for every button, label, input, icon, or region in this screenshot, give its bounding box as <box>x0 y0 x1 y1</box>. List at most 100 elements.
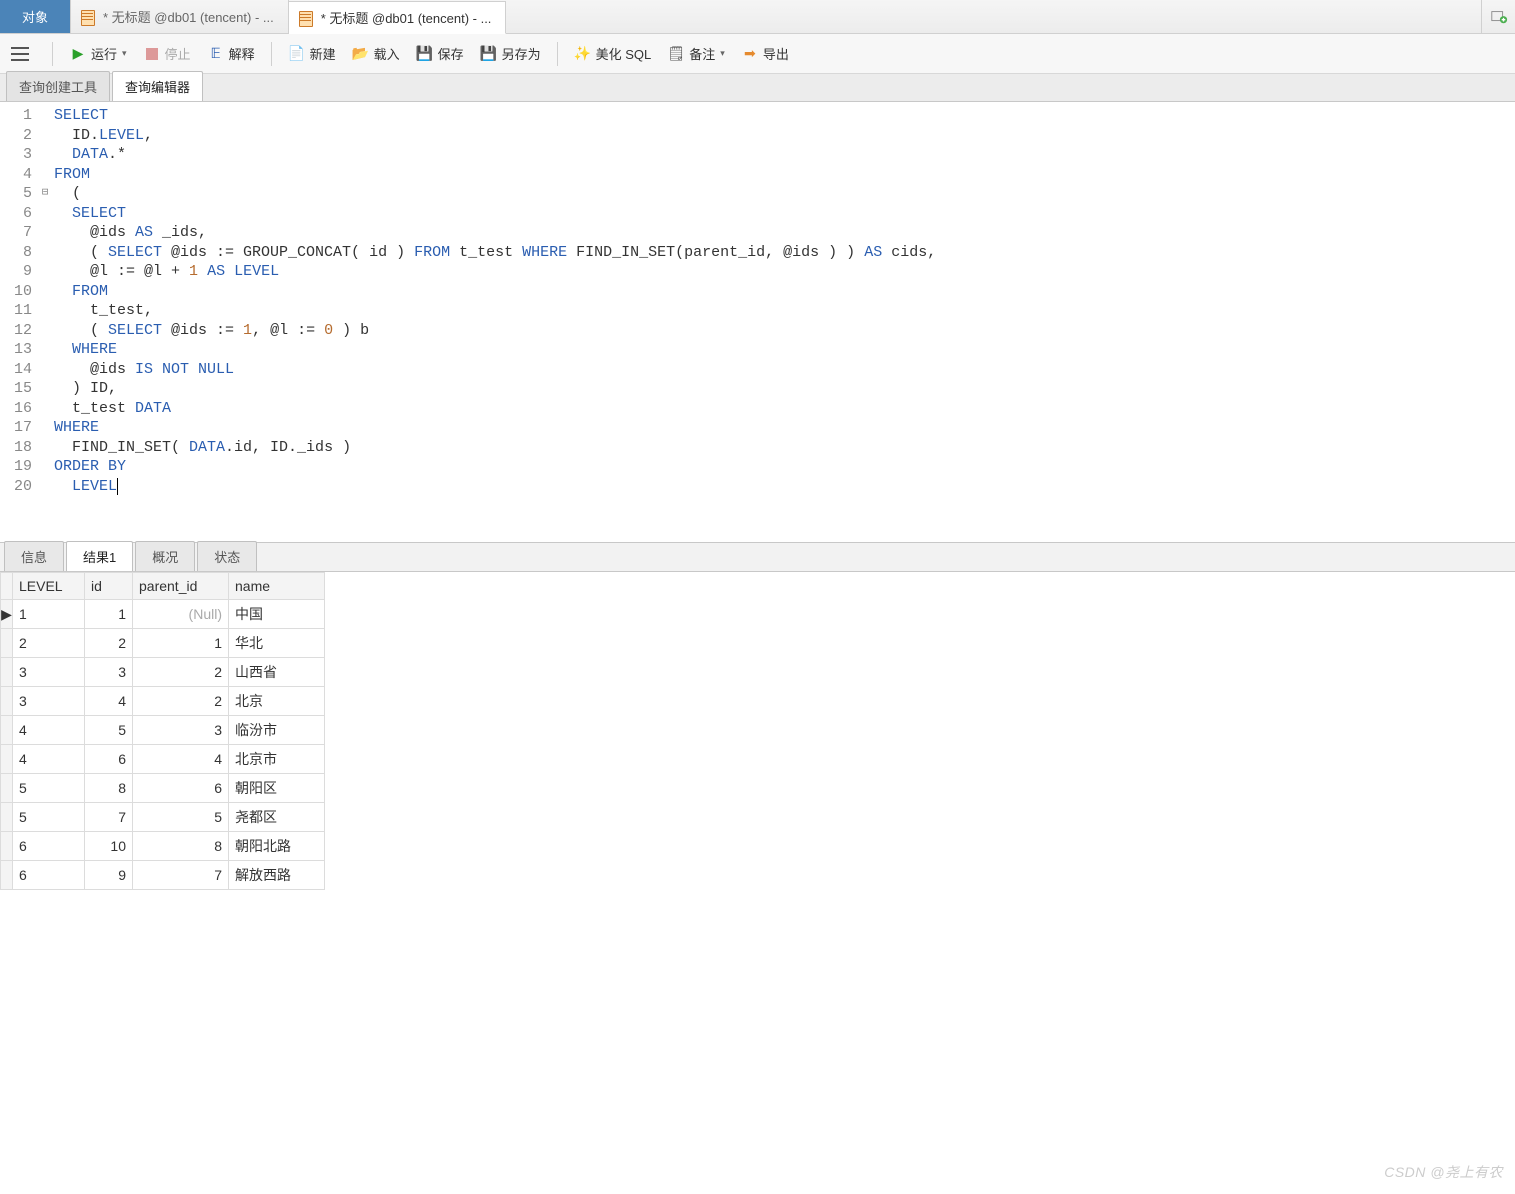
col-name[interactable]: name <box>229 573 325 600</box>
cell-id[interactable]: 8 <box>85 774 133 803</box>
table-row[interactable]: 575尧都区 <box>1 803 325 832</box>
code-area[interactable]: SELECT ID.LEVEL, DATA.*FROM ( SELECT @id… <box>52 102 940 542</box>
cell-id[interactable]: 3 <box>85 658 133 687</box>
cell-name[interactable]: 北京市 <box>229 745 325 774</box>
tab-query-builder[interactable]: 查询创建工具 <box>6 71 110 101</box>
table-row[interactable]: 342北京 <box>1 687 325 716</box>
result-tab-result1-label: 结果1 <box>83 550 116 565</box>
run-label: 运行 <box>91 44 117 63</box>
cell-parent-id[interactable]: 8 <box>133 832 229 861</box>
tab-query-1[interactable]: * 无标题 @db01 (tencent) - ... <box>71 0 289 33</box>
result-tab-state[interactable]: 状态 <box>197 541 257 571</box>
result-tab-profile-label: 概况 <box>152 550 178 565</box>
cell-level[interactable]: 2 <box>13 629 85 658</box>
cell-id[interactable]: 9 <box>85 861 133 890</box>
export-label: 导出 <box>763 44 789 63</box>
row-indicator <box>1 629 13 658</box>
cell-parent-id[interactable]: 2 <box>133 687 229 716</box>
tab-query-editor[interactable]: 查询编辑器 <box>112 71 203 101</box>
row-indicator <box>1 861 13 890</box>
table-row[interactable]: ▶11(Null)中国 <box>1 600 325 629</box>
stop-label: 停止 <box>165 44 191 63</box>
cell-id[interactable]: 1 <box>85 600 133 629</box>
explain-button[interactable]: 𝔼解释 <box>201 41 261 66</box>
row-indicator <box>1 687 13 716</box>
table-row[interactable]: 697解放西路 <box>1 861 325 890</box>
cell-id[interactable]: 5 <box>85 716 133 745</box>
query-icon <box>299 11 315 25</box>
cell-level[interactable]: 3 <box>13 658 85 687</box>
stop-button[interactable]: 停止 <box>137 41 197 66</box>
secondary-tabs: 查询创建工具 查询编辑器 <box>0 74 1515 102</box>
cell-parent-id[interactable]: 5 <box>133 803 229 832</box>
run-button[interactable]: ▶运行▾ <box>63 41 133 66</box>
row-indicator <box>1 658 13 687</box>
tab-object[interactable]: 对象 <box>0 0 71 33</box>
table-row[interactable]: 221华北 <box>1 629 325 658</box>
cell-level[interactable]: 5 <box>13 774 85 803</box>
cell-parent-id[interactable]: (Null) <box>133 600 229 629</box>
cell-parent-id[interactable]: 1 <box>133 629 229 658</box>
beautify-button[interactable]: ✨美化 SQL <box>568 41 658 66</box>
new-button[interactable]: 📄新建 <box>282 41 342 66</box>
row-indicator <box>1 803 13 832</box>
menu-button[interactable] <box>8 42 32 66</box>
explain-label: 解释 <box>229 44 255 63</box>
cell-parent-id[interactable]: 4 <box>133 745 229 774</box>
col-id[interactable]: id <box>85 573 133 600</box>
save-button[interactable]: 💾保存 <box>410 41 470 66</box>
cell-level[interactable]: 6 <box>13 861 85 890</box>
cell-level[interactable]: 5 <box>13 803 85 832</box>
sql-editor[interactable]: 1234567891011121314151617181920 ⊟ SELECT… <box>0 102 1515 542</box>
tab-query-editor-label: 查询编辑器 <box>125 80 190 95</box>
cell-id[interactable]: 4 <box>85 687 133 716</box>
cell-level[interactable]: 4 <box>13 745 85 774</box>
separator <box>52 42 53 66</box>
tab-query-builder-label: 查询创建工具 <box>19 80 97 95</box>
new-tab-button[interactable] <box>1481 0 1515 33</box>
saveas-button[interactable]: 💾另存为 <box>474 41 547 66</box>
load-label: 载入 <box>374 44 400 63</box>
table-row[interactable]: 586朝阳区 <box>1 774 325 803</box>
memo-button[interactable]: 🗒备注▾ <box>661 41 731 66</box>
cell-parent-id[interactable]: 6 <box>133 774 229 803</box>
col-level[interactable]: LEVEL <box>13 573 85 600</box>
cell-level[interactable]: 1 <box>13 600 85 629</box>
result-grid[interactable]: LEVEL id parent_id name ▶11(Null)中国221华北… <box>0 572 325 890</box>
row-indicator <box>1 716 13 745</box>
sparkle-icon: ✨ <box>574 45 592 63</box>
tab-query-2[interactable]: * 无标题 @db01 (tencent) - ... <box>289 1 507 34</box>
export-button[interactable]: ➡导出 <box>735 41 795 66</box>
top-tab-bar: 对象 * 无标题 @db01 (tencent) - ... * 无标题 @db… <box>0 0 1515 34</box>
cell-name[interactable]: 中国 <box>229 600 325 629</box>
cell-id[interactable]: 2 <box>85 629 133 658</box>
result-tab-profile[interactable]: 概况 <box>135 541 195 571</box>
table-row[interactable]: 332山西省 <box>1 658 325 687</box>
col-parent-id[interactable]: parent_id <box>133 573 229 600</box>
cell-name[interactable]: 尧都区 <box>229 803 325 832</box>
cell-level[interactable]: 3 <box>13 687 85 716</box>
cell-id[interactable]: 10 <box>85 832 133 861</box>
cell-name[interactable]: 华北 <box>229 629 325 658</box>
cell-name[interactable]: 北京 <box>229 687 325 716</box>
separator <box>271 42 272 66</box>
table-row[interactable]: 453临汾市 <box>1 716 325 745</box>
cell-name[interactable]: 临汾市 <box>229 716 325 745</box>
cell-name[interactable]: 解放西路 <box>229 861 325 890</box>
cell-parent-id[interactable]: 3 <box>133 716 229 745</box>
cell-name[interactable]: 朝阳北路 <box>229 832 325 861</box>
cell-name[interactable]: 山西省 <box>229 658 325 687</box>
play-icon: ▶ <box>69 45 87 63</box>
cell-name[interactable]: 朝阳区 <box>229 774 325 803</box>
cell-parent-id[interactable]: 2 <box>133 658 229 687</box>
cell-id[interactable]: 6 <box>85 745 133 774</box>
cell-level[interactable]: 6 <box>13 832 85 861</box>
cell-parent-id[interactable]: 7 <box>133 861 229 890</box>
load-button[interactable]: 📂载入 <box>346 41 406 66</box>
table-row[interactable]: 6108朝阳北路 <box>1 832 325 861</box>
result-tab-info[interactable]: 信息 <box>4 541 64 571</box>
cell-id[interactable]: 7 <box>85 803 133 832</box>
result-tab-result1[interactable]: 结果1 <box>66 541 133 571</box>
cell-level[interactable]: 4 <box>13 716 85 745</box>
table-row[interactable]: 464北京市 <box>1 745 325 774</box>
